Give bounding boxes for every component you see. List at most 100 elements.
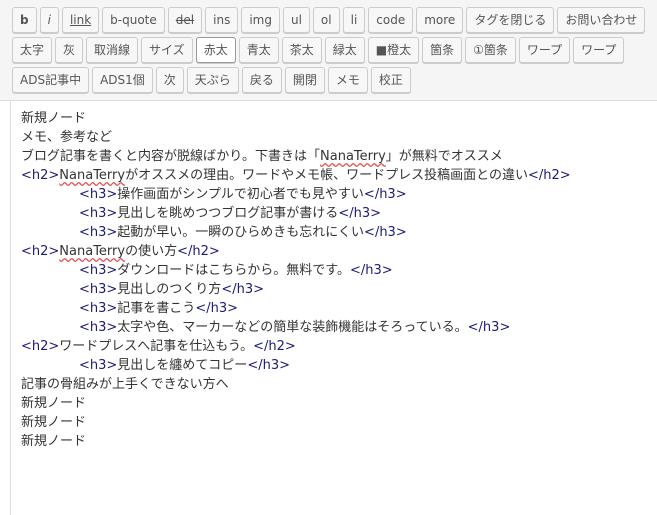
editor-line: 新規ノード <box>21 109 657 128</box>
html-tag: </h3> <box>247 358 290 373</box>
ins-button[interactable]: ins <box>205 7 239 33</box>
text-fragment: 新規ノード <box>21 396 87 411</box>
text-fragment: 記事を書こう <box>117 301 196 316</box>
editor-line: 新規ノード <box>21 413 657 432</box>
editor-line: <h3>太字や色、マーカーなどの簡単な装飾機能はそろっている。</h3> <box>21 318 657 337</box>
ads-one-button[interactable]: ADS1個 <box>92 67 153 93</box>
text-fragment: NanaTerry <box>59 244 126 259</box>
text-fragment: ダウンロードはこちらから。無料です。 <box>117 263 350 278</box>
html-tag: <h3> <box>79 263 118 278</box>
html-tag: <h3> <box>79 206 118 221</box>
editor-line: <h2>ワードプレスへ記事を仕込もう。</h2> <box>21 337 657 356</box>
text-fragment: 」が無料でオススメ <box>385 149 503 164</box>
warp-button[interactable]: ワープ <box>518 37 571 63</box>
strike-button[interactable]: 取消線 <box>86 37 139 63</box>
brown-bold-button[interactable]: 茶太 <box>281 37 322 63</box>
html-tag: </h2> <box>253 339 296 354</box>
html-tag: </h2> <box>177 244 220 259</box>
html-tag: <h2> <box>21 168 60 183</box>
editor-line: ブログ記事を書くと内容が脱線ばかり。下書きは「NanaTerry」が無料でオスス… <box>21 147 657 166</box>
text-fragment: の使い方 <box>125 244 178 259</box>
html-tag: </h2> <box>527 168 571 183</box>
memo-button[interactable]: メモ <box>327 67 368 93</box>
size-button[interactable]: サイズ <box>141 37 193 63</box>
gray-button[interactable]: 灰 <box>55 37 84 63</box>
text-editor[interactable]: 新規ノード メモ、参考など ブログ記事を書くと内容が脱線ばかり。下書きは「NanaT… <box>10 101 657 515</box>
ol-button[interactable]: ol <box>312 7 340 33</box>
numbered-list-button[interactable]: ①箇条 <box>465 37 516 63</box>
html-tag: </h3> <box>195 301 238 316</box>
text-fragment: 新規ノード <box>21 111 87 126</box>
editor-line: <h2>NanaTerryがオススメの理由。ワードやメモ帳、ワードプレス投稿画面… <box>21 166 657 185</box>
toolbar-row-3: ADS記事中 ADS1個次天ぷら 戻る 開閉 メモ 校正 <box>12 67 414 93</box>
editor-line: <h3>記事を書こう</h3> <box>21 299 657 318</box>
html-tag: <h3> <box>79 225 118 240</box>
editor-line: <h3>見出しのつくり方</h3> <box>21 280 657 299</box>
back-button[interactable]: 戻る <box>241 67 282 93</box>
next-button[interactable]: 次 <box>155 67 184 93</box>
blue-bold-button[interactable]: 青太 <box>238 37 279 63</box>
text-fragment: 操作画面がシンプルで初心者でも見やすい <box>117 187 364 202</box>
ul-button[interactable]: ul <box>282 7 310 33</box>
text-fragment: がオススメの理由。ワードやメモ帳、ワードプレス投稿画面との違い <box>125 168 528 183</box>
editor-line: 新規ノード <box>21 432 657 451</box>
editor-line: <h3>ダウンロードはこちらから。無料です。</h3> <box>21 261 657 280</box>
ads-in-article-button[interactable]: ADS記事中 <box>12 67 90 93</box>
red-bold-button[interactable]: 赤太 <box>195 37 236 63</box>
html-tag: <h3> <box>79 320 118 335</box>
editor-line: <h3>見出しを眺めつつブログ記事が書ける</h3> <box>21 204 657 223</box>
green-bold-button[interactable]: 緑太 <box>324 37 365 63</box>
editor-content[interactable]: 新規ノード メモ、参考など ブログ記事を書くと内容が脱線ばかり。下書きは「NanaT… <box>21 109 657 451</box>
close-tags-button[interactable]: タグを閉じる <box>466 7 555 33</box>
link-button[interactable]: link <box>61 7 100 33</box>
editor-line: <h2>NanaTerryの使い方</h2> <box>21 242 657 261</box>
text-fragment: ブログ記事を書くと内容が脱線ばかり。下書きは「 <box>21 149 321 164</box>
editor-line: <h3>起動が早い。一瞬のひらめきも忘れにくい</h3> <box>21 223 657 242</box>
editor-line: 記事の骨組みが上手くできない方へ <box>21 375 657 394</box>
proofread-button[interactable]: 校正 <box>370 67 411 93</box>
editor-line: <h3>操作画面がシンプルで初心者でも見やすい</h3> <box>21 185 657 204</box>
img-button[interactable]: img <box>241 7 280 33</box>
html-tag: <h2> <box>21 339 60 354</box>
html-tag: </h3> <box>221 282 264 297</box>
html-tag: </h3> <box>467 320 511 335</box>
html-tag: <h3> <box>79 301 118 316</box>
warp-button-2[interactable]: ワープ <box>573 37 625 63</box>
text-fragment: 見出しを纏めてコピー <box>117 358 248 373</box>
text-fragment: 太字や色、マーカーなどの簡単な装飾機能はそろっている。 <box>117 320 468 335</box>
text-fragment: 新規ノード <box>21 434 87 449</box>
del-button[interactable]: del <box>167 7 203 33</box>
quicktags-toolbar: b i link b-quote del ins img ul ol li code more タグを閉… <box>0 0 657 101</box>
toggle-button[interactable]: 開閉 <box>284 67 325 93</box>
text-fragment: 新規ノード <box>21 415 87 430</box>
code-button[interactable]: code <box>368 7 414 33</box>
bold-button[interactable]: b <box>12 7 37 33</box>
html-tag: <h3> <box>79 187 118 202</box>
editor-line: <h3>見出しを纏めてコピー</h3> <box>21 356 657 375</box>
text-fragment: メモ、参考など <box>21 130 113 145</box>
html-tag: </h3> <box>364 225 407 240</box>
tempura-button[interactable]: 天ぷら <box>186 67 239 93</box>
editor-line: メモ、参考など <box>21 128 657 147</box>
html-tag: </h3> <box>350 263 393 278</box>
html-tag: <h3> <box>79 282 118 297</box>
bold-jp-button[interactable]: 太字 <box>12 37 53 63</box>
toolbar-row-1: b i link b-quote del ins img ul ol li code more タグを閉… <box>12 7 648 33</box>
html-tag: <h2> <box>21 244 60 259</box>
contact-button[interactable]: お問い合わせ <box>557 7 646 33</box>
blockquote-button[interactable]: b-quote <box>102 7 165 33</box>
text-fragment: NanaTerry <box>59 168 126 183</box>
li-button[interactable]: li <box>342 7 366 33</box>
bullet-list-button[interactable]: 箇条 <box>422 37 463 63</box>
more-button[interactable]: more <box>416 7 464 33</box>
text-fragment: 見出しのつくり方 <box>117 282 222 297</box>
text-fragment: 記事の骨組みが上手くできない方へ <box>21 377 229 392</box>
html-tag: <h3> <box>79 358 118 373</box>
italic-button[interactable]: i <box>39 7 59 33</box>
text-fragment: NanaTerry <box>320 149 386 164</box>
orange-bold-button[interactable]: ■橙太 <box>367 37 420 63</box>
text-fragment: 起動が早い。一瞬のひらめきも忘れにくい <box>117 225 365 240</box>
text-fragment: ワードプレスへ記事を仕込もう。 <box>59 339 254 354</box>
html-tag: </h3> <box>363 187 407 202</box>
text-fragment: 見出しを眺めつつブログ記事が書ける <box>117 206 339 221</box>
